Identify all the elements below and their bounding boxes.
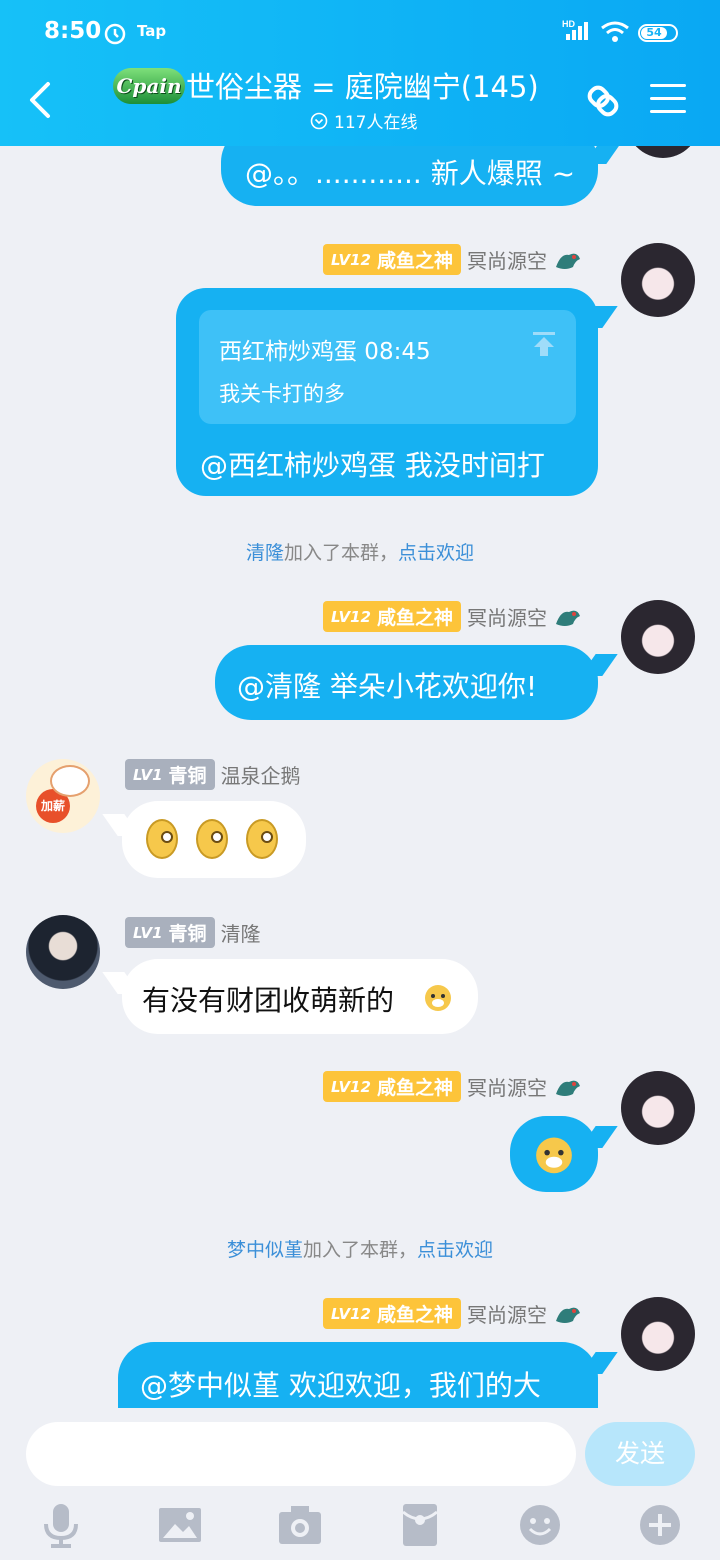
smirk-emoji [246, 819, 278, 859]
avatar[interactable] [26, 915, 100, 989]
chat-header: 8:50 Tap HD 54 Cpain 世俗尘器 = 庭院幽宁(145) 11… [0, 0, 720, 146]
sender-name: 清隆 [220, 922, 261, 946]
quote-body: 我关卡打的多 [219, 382, 345, 406]
level-badge: LV12 咸鱼之神 [323, 1071, 461, 1102]
level-badge: LV1 青铜 [125, 759, 215, 790]
avatar[interactable] [626, 146, 700, 158]
group-logo: Cpain [113, 68, 185, 104]
message-bubble[interactable] [122, 801, 306, 878]
input-bar: 发送 [0, 1408, 720, 1560]
sender-meta: LV12 咸鱼之神 冥尚源空 [323, 1298, 583, 1329]
message-bubble[interactable]: 有没有财团收萌新的 [122, 959, 478, 1034]
red-packet-icon[interactable] [395, 1500, 445, 1550]
avatar[interactable] [621, 1071, 695, 1145]
level-badge: LV12 咸鱼之神 [323, 601, 461, 632]
sender-name: 冥尚源空 [467, 606, 547, 630]
message-input[interactable] [26, 1422, 576, 1486]
dragon-badge-icon [556, 253, 580, 269]
image-icon[interactable] [155, 1500, 205, 1550]
sender-meta: LV12 咸鱼之神 冥尚源空 [323, 244, 583, 275]
join-notice: 清隆加入了本群，点击欢迎 [245, 542, 475, 564]
status-time: 8:50 [44, 18, 102, 44]
message-text: @清隆 举朵小花欢迎你! [237, 670, 538, 703]
battery-icon: 54 [638, 24, 678, 42]
svg-text:HD: HD [562, 19, 575, 29]
message-list[interactable]: @。。............ 新人爆照 ~ LV12 咸鱼之神 冥尚源空 西红柿… [0, 146, 720, 1408]
online-count[interactable]: 117人在线 [310, 108, 417, 133]
sender-name: 温泉企鹅 [220, 764, 301, 788]
emoji-icon[interactable] [515, 1500, 565, 1550]
dog-emoji-icon [536, 1137, 572, 1174]
sender-meta: LV12 咸鱼之神 冥尚源空 [323, 601, 583, 632]
alarm-icon [104, 23, 126, 45]
sender-name: 冥尚源空 [467, 1076, 547, 1100]
message-text: @西红柿炒鸡蛋 我没时间打 [200, 449, 545, 482]
smirk-emoji [196, 819, 228, 859]
welcome-link[interactable]: 点击欢迎 [398, 542, 474, 564]
battery-level: 54 [641, 27, 667, 39]
send-button[interactable]: 发送 [585, 1422, 695, 1486]
message-bubble[interactable]: 西红柿炒鸡蛋 08:45 我关卡打的多 @西红柿炒鸡蛋 我没时间打 [176, 288, 598, 496]
message-text: 有没有财团收萌新的 [142, 984, 395, 1017]
back-arrow-icon[interactable] [24, 80, 58, 120]
message-bubble[interactable] [510, 1116, 598, 1192]
avatar[interactable]: 加薪 [26, 759, 100, 833]
jump-to-icon[interactable] [531, 330, 557, 358]
menu-icon[interactable] [650, 84, 686, 114]
avatar[interactable] [621, 243, 695, 317]
dragon-badge-icon [556, 610, 580, 626]
message-bubble[interactable]: @清隆 举朵小花欢迎你! [215, 645, 598, 720]
quoted-message[interactable]: 西红柿炒鸡蛋 08:45 我关卡打的多 [199, 310, 576, 424]
smirk-emoji [146, 819, 178, 859]
avatar[interactable] [621, 600, 695, 674]
sender-name: 冥尚源空 [467, 249, 547, 273]
chevron-down-icon [310, 112, 328, 129]
avatar[interactable] [621, 1297, 695, 1371]
dragon-badge-icon [556, 1080, 580, 1096]
level-badge: LV1 青铜 [125, 917, 215, 948]
joined-user-link[interactable]: 梦中似堇 [227, 1239, 303, 1261]
level-badge: LV12 咸鱼之神 [323, 1298, 461, 1329]
message-text: @。。............ 新人爆照 ~ [245, 157, 576, 190]
message-bubble[interactable]: @梦中似堇 欢迎欢迎，我们的大 [118, 1342, 598, 1408]
wifi-icon [601, 21, 629, 42]
sender-name: 冥尚源空 [467, 1303, 547, 1327]
mic-icon[interactable] [36, 1500, 86, 1550]
welcome-link[interactable]: 点击欢迎 [417, 1239, 493, 1261]
message-bubble[interactable]: @。。............ 新人爆照 ~ [221, 146, 598, 206]
dragon-badge-icon [556, 1307, 580, 1323]
tap-app-label: Tap [137, 22, 167, 40]
join-notice: 梦中似堇加入了本群，点击欢迎 [226, 1239, 494, 1261]
share-link-icon[interactable] [580, 78, 626, 124]
sender-meta: LV1 青铜 清隆 [125, 917, 261, 948]
plus-icon[interactable] [635, 1500, 685, 1550]
dog-emoji-icon [425, 985, 451, 1011]
signal-icon: HD [562, 19, 588, 40]
joined-user-link[interactable]: 清隆 [246, 542, 284, 564]
status-bar: 8:50 Tap HD 54 [0, 0, 720, 64]
level-badge: LV12 咸鱼之神 [323, 244, 461, 275]
quote-header: 西红柿炒鸡蛋 08:45 [219, 339, 431, 365]
sender-meta: LV1 青铜 温泉企鹅 [125, 759, 301, 790]
sender-meta: LV12 咸鱼之神 冥尚源空 [323, 1071, 583, 1102]
online-count-text: 117人在线 [334, 113, 418, 133]
message-text: @梦中似堇 欢迎欢迎，我们的大 [140, 1369, 541, 1402]
group-title[interactable]: 世俗尘器 = 庭院幽宁(145) [186, 68, 539, 106]
camera-icon[interactable] [275, 1500, 325, 1550]
